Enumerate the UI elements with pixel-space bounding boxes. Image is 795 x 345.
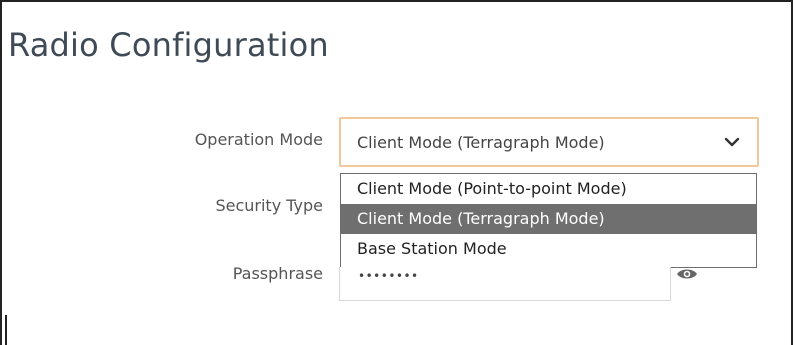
passphrase-label: Passphrase [232, 264, 323, 283]
operation-mode-selected-value: Client Mode (Terragraph Mode) [357, 132, 605, 152]
security-type-label: Security Type [215, 196, 323, 215]
operation-mode-label: Operation Mode [194, 130, 323, 149]
operation-mode-dropdown-list: Client Mode (Point-to-point Mode) Client… [340, 173, 757, 268]
eye-icon[interactable] [676, 266, 698, 280]
text-caret [5, 315, 7, 345]
option-client-point-to-point[interactable]: Client Mode (Point-to-point Mode) [341, 174, 756, 204]
passphrase-masked-value: •••••••• [358, 269, 419, 283]
option-base-station[interactable]: Base Station Mode [341, 234, 756, 264]
chevron-down-icon [723, 133, 745, 152]
page-title: Radio Configuration [8, 26, 329, 64]
passphrase-input[interactable]: •••••••• [339, 267, 671, 301]
option-client-terragraph[interactable]: Client Mode (Terragraph Mode) [341, 204, 756, 234]
operation-mode-select[interactable]: Client Mode (Terragraph Mode) [339, 117, 759, 167]
